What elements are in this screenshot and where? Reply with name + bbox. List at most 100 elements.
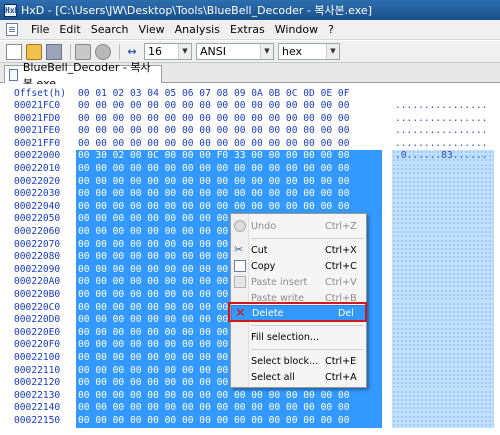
chevron-down-icon: ▼ [326, 44, 339, 59]
settings-icon[interactable] [95, 43, 111, 60]
row-ascii[interactable]: ................ [395, 113, 487, 124]
row-offset: 00022130 [14, 389, 61, 401]
delete-highlight-frame [228, 302, 367, 322]
hex-row[interactable]: 00021FF0 00 00 00 00 00 00 00 00 00 00 00… [0, 138, 500, 151]
row-bytes[interactable]: 00 00 00 00 00 00 00 00 00 00 00 00 00 0… [78, 176, 349, 187]
undo-shortcut: Ctrl+Z [325, 220, 357, 232]
menu-search[interactable]: Search [86, 23, 134, 36]
row-bytes[interactable]: 00 00 00 00 00 00 00 00 00 00 00 00 00 0… [78, 163, 349, 174]
menu-item-fill-selection[interactable]: Fill selection... [231, 329, 366, 345]
select-block-shortcut: Ctrl+E [325, 355, 357, 367]
row-bytes[interactable]: 00 00 00 00 00 00 00 00 00 00 00 00 00 0… [78, 125, 349, 136]
menu-analysis[interactable]: Analysis [170, 23, 225, 36]
fill-selection-label: Fill selection... [251, 331, 320, 343]
row-ascii[interactable]: ................ [395, 138, 487, 149]
select-all-shortcut: Ctrl+A [325, 371, 357, 383]
row-bytes[interactable]: 00 00 00 00 00 00 00 00 00 00 00 00 00 0… [78, 415, 349, 426]
menu-separator [251, 349, 363, 350]
row-offset: 00022070 [14, 238, 61, 250]
file-tab[interactable]: BlueBell_Decoder - 복사본.exe [4, 61, 162, 90]
hex-row[interactable]: 00022030 00 00 00 00 00 00 00 00 00 00 00… [0, 188, 500, 202]
row-offset: 00022060 [14, 226, 61, 237]
hex-row[interactable]: 00021FD0 00 00 00 00 00 00 00 00 00 00 00… [0, 113, 500, 126]
window-title: HxD - [C:\Users\JW\Desktop\Tools\BlueBel… [21, 4, 372, 17]
menu-file[interactable]: File [26, 23, 54, 36]
hex-row[interactable]: 00022020 00 00 00 00 00 00 00 00 00 00 00… [0, 175, 500, 189]
menu-item-paste-insert[interactable]: Paste insert Ctrl+V [231, 274, 366, 290]
menu-item-cut[interactable]: ✂ Cut Ctrl+X [231, 242, 366, 258]
hex-row[interactable]: 00022010 00 00 00 00 00 00 00 00 00 00 00… [0, 163, 500, 177]
selection-highlight-ascii [392, 188, 494, 202]
bytes-per-row-select[interactable]: 16 ▼ [144, 43, 192, 60]
copy-shortcut: Ctrl+C [325, 260, 357, 272]
menu-item-select-all[interactable]: Select all Ctrl+A [231, 369, 366, 385]
row-bytes[interactable]: 00 00 00 00 00 00 00 00 00 00 00 00 00 0… [78, 113, 349, 124]
selection-highlight-ascii [392, 213, 494, 227]
save-icon[interactable] [46, 43, 62, 60]
menu-view[interactable]: View [134, 23, 170, 36]
row-ascii[interactable]: .0......83...... [395, 150, 487, 161]
row-bytes[interactable]: 00 30 02 00 0C 00 00 00 F0 33 00 00 00 0… [78, 150, 349, 161]
print-icon[interactable] [75, 43, 91, 60]
hex-row[interactable]: 00022130 00 00 00 00 00 00 00 00 00 00 00… [0, 389, 500, 403]
menu-window[interactable]: Window [270, 23, 323, 36]
selection-highlight-ascii [392, 389, 494, 403]
menu-separator [251, 238, 363, 239]
selection-highlight-ascii [392, 289, 494, 303]
selection-highlight-ascii [392, 263, 494, 277]
hex-row[interactable]: 00022140 00 00 00 00 00 00 00 00 00 00 00… [0, 402, 500, 416]
hex-row[interactable]: 00022000 00 30 02 00 0C 00 00 00 F0 33 00… [0, 150, 500, 164]
selection-highlight-ascii [392, 276, 494, 290]
bytes-per-row-value: 16 [148, 45, 162, 58]
row-offset: 00022090 [14, 263, 61, 275]
select-block-label: Select block... [251, 355, 319, 367]
hex-row[interactable]: 00021FC0 00 00 00 00 00 00 00 00 00 00 00… [0, 100, 500, 113]
row-ascii[interactable]: ................ [395, 125, 487, 136]
document-menu-icon[interactable] [6, 23, 18, 36]
charset-select[interactable]: ANSI ▼ [196, 43, 274, 60]
paste-insert-label: Paste insert [251, 276, 308, 288]
row-offset: 00021FE0 [14, 125, 61, 137]
new-file-icon[interactable] [6, 43, 22, 60]
title-bar: HxD HxD - [C:\Users\JW\Desktop\Tools\Blu… [0, 0, 500, 20]
toolbar-separator [70, 43, 71, 60]
row-offset: 00021FF0 [14, 137, 61, 149]
row-offset: 00022000 [14, 150, 61, 162]
undo-icon [234, 220, 246, 232]
context-menu: Undo Ctrl+Z ✂ Cut Ctrl+X Copy Ctrl+C Pas… [230, 213, 367, 388]
row-bytes[interactable]: 00 00 00 00 00 00 00 00 00 00 00 00 00 0… [78, 390, 349, 401]
offset-base-select[interactable]: hex ▼ [278, 43, 340, 60]
row-offset: 000220C0 [14, 301, 61, 313]
row-ascii[interactable]: ................ [395, 100, 487, 111]
scissors-icon: ✂ [234, 243, 244, 256]
row-bytes[interactable]: 00 00 00 00 00 00 00 00 00 00 00 00 00 0… [78, 138, 349, 149]
copy-label: Copy [251, 260, 276, 272]
row-bytes[interactable]: 00 00 00 00 00 00 00 00 00 00 00 00 00 0… [78, 201, 349, 212]
cut-label: Cut [251, 244, 268, 256]
column-header: 00 01 02 03 04 05 06 07 08 09 0A 0B 0C 0… [78, 88, 350, 99]
row-bytes[interactable]: 00 00 00 00 00 00 00 00 00 00 00 00 00 0… [78, 100, 349, 111]
hex-row[interactable]: 00022150 00 00 00 00 00 00 00 00 00 00 00… [0, 415, 500, 429]
hex-row[interactable]: 00022040 00 00 00 00 00 00 00 00 00 00 00… [0, 200, 500, 214]
bytes-per-row-icon: ↔ [127, 44, 137, 58]
selection-highlight-ascii [392, 364, 494, 378]
select-all-label: Select all [251, 371, 295, 383]
copy-icon [234, 260, 246, 272]
row-bytes[interactable]: 00 00 00 00 00 00 00 00 00 00 00 00 00 0… [78, 188, 349, 199]
menu-extras[interactable]: Extras [225, 23, 270, 36]
menu-edit[interactable]: Edit [54, 23, 85, 36]
selection-highlight-ascii [392, 415, 494, 429]
row-offset: 00022140 [14, 402, 61, 414]
row-offset: 00021FD0 [14, 112, 61, 124]
hex-row[interactable]: 00021FE0 00 00 00 00 00 00 00 00 00 00 00… [0, 125, 500, 138]
open-folder-icon[interactable] [26, 43, 42, 60]
menu-item-select-block[interactable]: Select block... Ctrl+E [231, 353, 366, 369]
menu-item-undo[interactable]: Undo Ctrl+Z [231, 218, 366, 234]
row-bytes[interactable]: 00 00 00 00 00 00 00 00 00 00 00 00 00 0… [78, 402, 349, 413]
row-offset: 000220B0 [14, 289, 61, 300]
menu-item-copy[interactable]: Copy Ctrl+C [231, 258, 366, 274]
menu-separator [251, 325, 363, 326]
selection-highlight-ascii [392, 301, 494, 315]
selection-highlight-ascii [392, 377, 494, 391]
menu-help[interactable]: ? [323, 23, 339, 36]
